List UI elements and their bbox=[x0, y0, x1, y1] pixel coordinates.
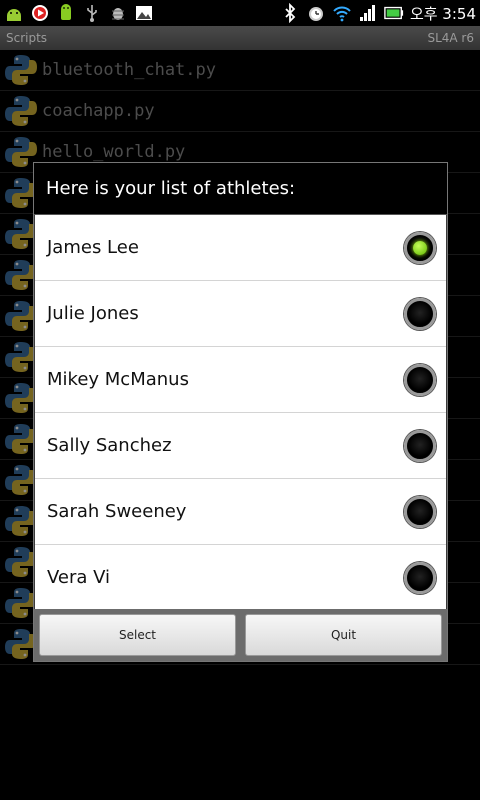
notification-icons bbox=[4, 3, 154, 23]
athlete-row[interactable]: Vera Vi bbox=[35, 545, 446, 611]
quit-button[interactable]: Quit bbox=[245, 614, 442, 656]
app-version: SL4A r6 bbox=[427, 31, 474, 45]
athlete-row[interactable]: James Lee bbox=[35, 215, 446, 281]
wifi-icon bbox=[332, 3, 352, 23]
athlete-name: Sarah Sweeney bbox=[47, 501, 187, 522]
athlete-name: James Lee bbox=[47, 237, 139, 258]
radio-button[interactable] bbox=[404, 363, 436, 396]
status-time: 오후 3:54 bbox=[409, 4, 476, 23]
status-bar: 오후 3:54 bbox=[0, 0, 480, 26]
athlete-name: Mikey McManus bbox=[47, 369, 189, 390]
dialog-button-bar: Select Quit bbox=[34, 609, 447, 661]
athlete-dialog: Here is your list of athletes: James Lee… bbox=[33, 162, 448, 662]
athlete-name: Sally Sanchez bbox=[47, 435, 172, 456]
signal-icon bbox=[358, 3, 378, 23]
athlete-row[interactable]: Julie Jones bbox=[35, 281, 446, 347]
athlete-row[interactable]: Sally Sanchez bbox=[35, 413, 446, 479]
radio-selected-indicator bbox=[413, 240, 427, 255]
battery-icon bbox=[384, 3, 404, 23]
picture-icon bbox=[134, 3, 154, 23]
android-update-icon bbox=[56, 3, 76, 23]
athlete-row[interactable]: Mikey McManus bbox=[35, 347, 446, 413]
bug-icon bbox=[108, 3, 128, 23]
athlete-row[interactable]: Sarah Sweeney bbox=[35, 479, 446, 545]
app-title: Scripts bbox=[6, 31, 48, 45]
android-icon bbox=[4, 3, 24, 23]
radio-button[interactable] bbox=[404, 561, 436, 594]
usb-icon bbox=[82, 3, 102, 23]
radio-button[interactable] bbox=[404, 297, 436, 330]
youtube-icon bbox=[30, 3, 50, 23]
athlete-list: James Lee Julie Jones Mikey McManus Sally S… bbox=[35, 215, 446, 611]
select-button[interactable]: Select bbox=[39, 614, 236, 656]
bluetooth-icon bbox=[280, 3, 300, 23]
radio-button[interactable] bbox=[404, 495, 436, 528]
app-title-bar: Scripts SL4A r6 bbox=[0, 26, 480, 50]
athlete-name: Julie Jones bbox=[47, 303, 139, 324]
dialog-title: Here is your list of athletes: bbox=[34, 163, 447, 215]
radio-button-selected[interactable] bbox=[404, 231, 436, 264]
system-icons: 오후 3:54 bbox=[280, 3, 476, 24]
athlete-name: Vera Vi bbox=[47, 567, 111, 588]
alarm-icon bbox=[306, 3, 326, 23]
radio-button[interactable] bbox=[404, 429, 436, 462]
